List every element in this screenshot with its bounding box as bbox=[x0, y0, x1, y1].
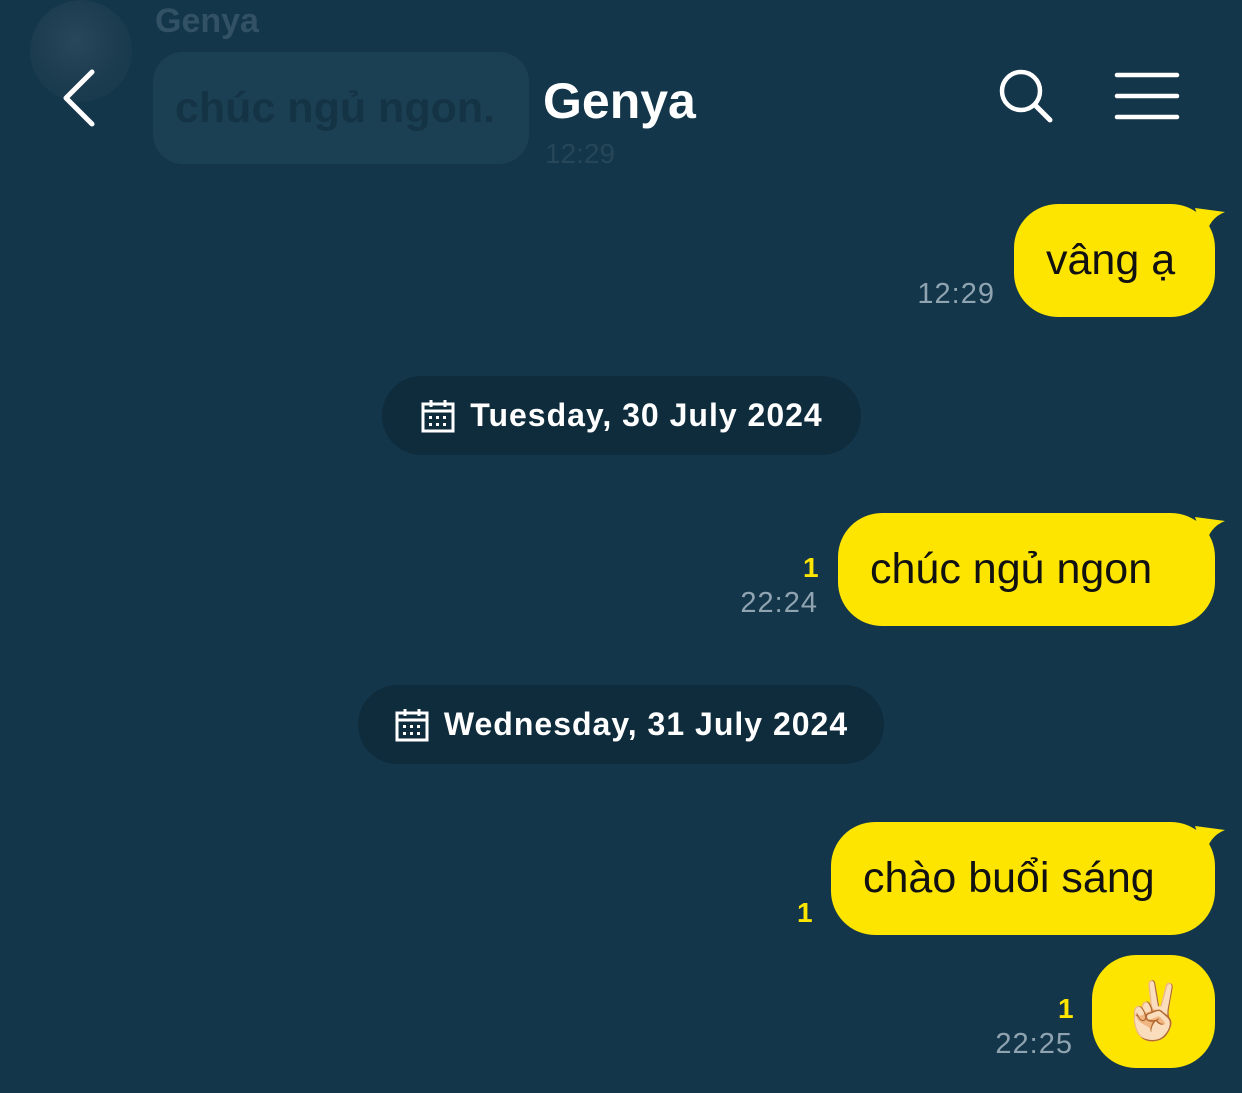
message-text: chào buổi sáng bbox=[863, 854, 1155, 902]
bubble-tail bbox=[1195, 208, 1225, 238]
ghost-message-text: chúc ngủ ngon. bbox=[175, 84, 496, 132]
unread-count: 1 bbox=[797, 897, 813, 928]
message-bubble[interactable]: chào buổi sáng bbox=[831, 822, 1225, 935]
message-bubble[interactable]: vâng ạ bbox=[1014, 204, 1225, 317]
message-bubble[interactable]: ✌🏻 bbox=[1092, 955, 1215, 1068]
date-separator-label: Wednesday, 31 July 2024 bbox=[443, 706, 849, 742]
bubble-tail bbox=[1195, 517, 1225, 547]
unread-count: 1 bbox=[1058, 993, 1074, 1024]
message-text: vâng ạ bbox=[1046, 236, 1176, 284]
date-separator-label: Tuesday, 30 July 2024 bbox=[470, 397, 823, 433]
chat-title: Genya bbox=[543, 73, 696, 129]
ghost-sender-name: Genya bbox=[155, 2, 259, 40]
calendar-icon bbox=[421, 399, 455, 432]
back-chevron-icon bbox=[63, 69, 95, 127]
search-button[interactable] bbox=[996, 66, 1056, 126]
unread-count: 1 bbox=[803, 552, 819, 583]
menu-button[interactable] bbox=[1114, 70, 1180, 122]
message-time: 22:25 bbox=[995, 1028, 1073, 1060]
message-time: 12:29 bbox=[917, 278, 995, 310]
search-icon bbox=[999, 69, 1053, 123]
message-time: 22:24 bbox=[740, 587, 818, 619]
menu-icon bbox=[1114, 72, 1180, 120]
date-separator: Tuesday, 30 July 2024 bbox=[382, 376, 861, 455]
message-text: chúc ngủ ngon bbox=[870, 545, 1153, 593]
ghost-message-time: 12:29 bbox=[545, 138, 616, 169]
message-bubble[interactable]: chúc ngủ ngon bbox=[838, 513, 1225, 626]
bubble-tail bbox=[1195, 826, 1225, 856]
victory-hand-emoji: ✌🏻 bbox=[1118, 978, 1189, 1044]
calendar-icon bbox=[395, 708, 429, 741]
date-separator: Wednesday, 31 July 2024 bbox=[358, 685, 884, 764]
back-button[interactable] bbox=[58, 66, 102, 130]
